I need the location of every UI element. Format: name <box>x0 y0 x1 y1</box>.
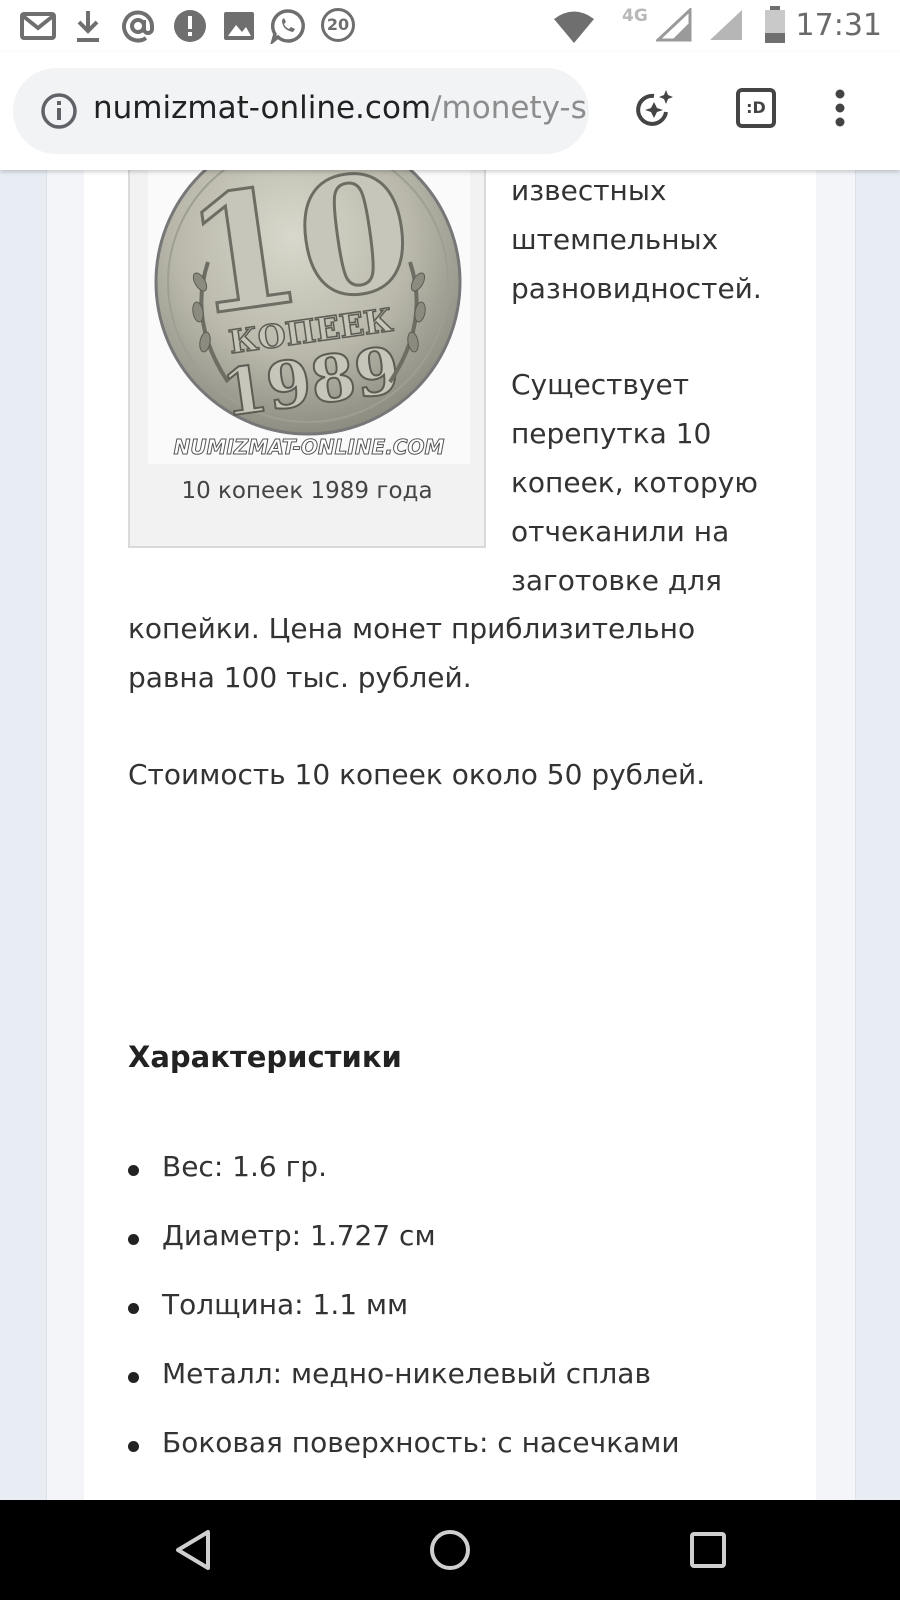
spec-text: Металл: медно-никелевый сплав <box>162 1357 651 1390</box>
text-line: штемпельных <box>511 223 719 256</box>
signal-icon <box>656 8 692 42</box>
notification-badge-count: 20 <box>326 15 350 34</box>
signal-icon-secondary <box>710 10 742 40</box>
text-line: копейки. Цена монет приблизительно <box>128 612 696 645</box>
specs-heading: Характеристики <box>128 1040 402 1074</box>
coin-figure: 10 КОПЕЕК 1989 NUMIZMAT-ONLINE.COM 10 ко… <box>128 150 486 548</box>
bullet-icon <box>128 1234 139 1245</box>
text-line: перепутка 10 <box>511 417 712 450</box>
bullet-icon <box>128 1303 139 1314</box>
bullet-icon <box>128 1165 139 1176</box>
clock: 17:31 <box>795 8 882 43</box>
price-paragraph: Стоимость 10 копеек около 50 рублей. <box>128 758 706 791</box>
text-line: отчеканили на <box>511 515 730 548</box>
spec-text: Боковая поверхность: с насечками <box>162 1426 680 1459</box>
side-paragraph-tail: известных штемпельных разновидностей. <box>511 166 811 313</box>
info-icon[interactable] <box>39 91 79 131</box>
text-line: Существует <box>511 368 690 401</box>
wifi-icon <box>554 11 594 43</box>
alert-icon <box>174 10 206 42</box>
at-sign-icon <box>122 10 154 43</box>
sparkle-icon[interactable] <box>632 88 676 132</box>
gmail-icon <box>20 12 56 40</box>
tab-switcher-label: :D <box>746 98 766 117</box>
network-type: 4G <box>622 6 648 26</box>
back-icon[interactable] <box>170 1526 218 1574</box>
text-line: разновидностей. <box>511 272 762 305</box>
url-path: /monety-s <box>431 90 587 126</box>
whatsapp-icon <box>270 9 305 44</box>
image-watermark: NUMIZMAT-ONLINE.COM <box>174 435 445 459</box>
browser-toolbar: numizmat-online.com/monety-s :D <box>0 52 900 170</box>
spec-text: Диаметр: 1.727 см <box>162 1219 436 1252</box>
navigation-bar <box>0 1500 900 1600</box>
overflow-menu-icon[interactable] <box>832 88 848 132</box>
tab-switcher-icon[interactable]: :D <box>736 88 776 128</box>
misprint-paragraph-continued: копейки. Цена монет приблизительно равна… <box>128 604 808 702</box>
text-line: известных <box>511 174 667 207</box>
home-icon[interactable] <box>426 1526 474 1574</box>
download-icon <box>77 11 99 42</box>
url-text[interactable]: numizmat-online.com/monety-s <box>93 90 587 126</box>
text-line: заготовке для <box>511 564 722 597</box>
image-caption: 10 копеек 1989 года <box>181 478 433 504</box>
spec-text: Вес: 1.6 гр. <box>162 1150 327 1183</box>
status-bar: 20 4G 17:31 <box>0 0 900 52</box>
bullet-icon <box>128 1372 139 1383</box>
spec-text: Толщина: 1.1 мм <box>162 1288 409 1321</box>
coin-image: 10 КОПЕЕК 1989 NUMIZMAT-ONLINE.COM <box>148 152 470 464</box>
misprint-paragraph: Существует перепутка 10 копеек, которую … <box>511 360 811 605</box>
text-line: равна 100 тыс. рублей. <box>128 661 472 694</box>
address-bar[interactable]: numizmat-online.com/monety-s <box>13 68 589 154</box>
bullet-icon <box>128 1441 139 1452</box>
text-line: копеек, которую <box>511 466 758 499</box>
recents-icon[interactable] <box>684 1526 732 1574</box>
url-host: numizmat-online.com <box>93 90 432 126</box>
battery-icon <box>765 6 785 43</box>
image-icon <box>224 12 254 40</box>
badge-icon: 20 <box>321 8 355 42</box>
